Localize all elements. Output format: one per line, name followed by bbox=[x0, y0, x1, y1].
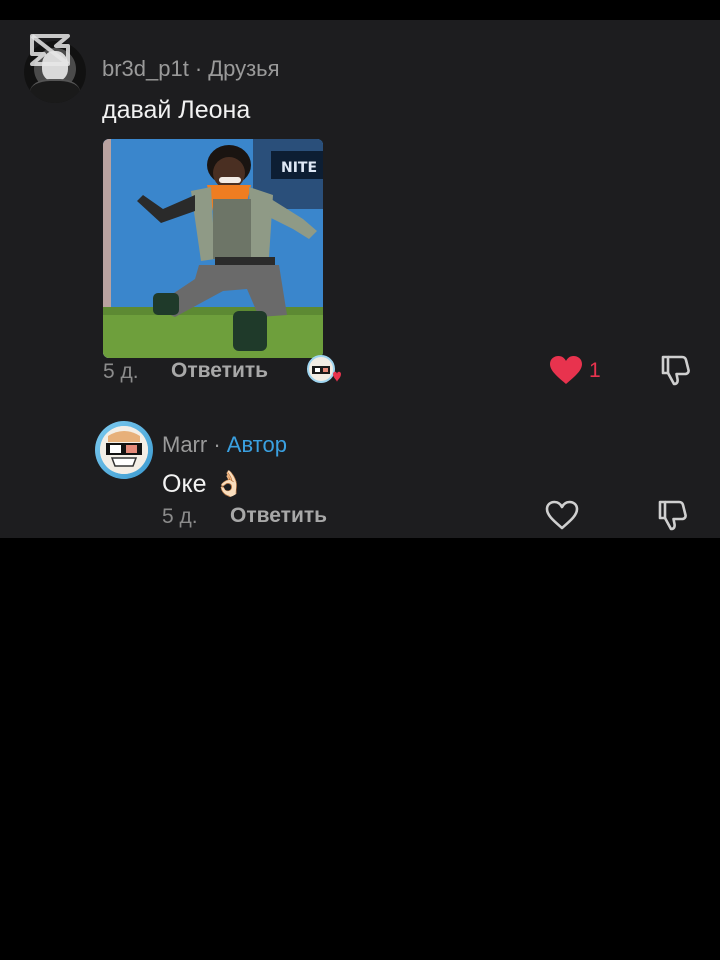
capcut-watermark-icon bbox=[30, 34, 70, 66]
reply-username[interactable]: Marr bbox=[162, 432, 207, 457]
svg-text:NITE: NITE bbox=[281, 160, 317, 176]
reply-reply-button[interactable]: Ответить bbox=[230, 504, 327, 528]
avatar-body bbox=[30, 79, 80, 103]
separator: · bbox=[194, 56, 203, 81]
author-badge: Автор bbox=[226, 432, 287, 457]
reply-time: 5 д. bbox=[162, 505, 198, 528]
comment-header: br3d_p1t · Друзья bbox=[102, 56, 280, 82]
heart-outline-icon[interactable] bbox=[545, 500, 579, 530]
comment-time: 5 д. bbox=[103, 360, 139, 383]
reply-avatar[interactable] bbox=[95, 421, 153, 479]
friends-badge: Друзья bbox=[208, 56, 280, 81]
like-count: 1 bbox=[589, 359, 601, 382]
username[interactable]: br3d_p1t bbox=[102, 56, 189, 81]
creator-liked-avatar-icon bbox=[306, 354, 344, 386]
separator: · bbox=[213, 432, 221, 457]
reply-thumbs-down-icon[interactable] bbox=[655, 498, 689, 532]
reply-text: Оке 👌🏻 bbox=[162, 470, 245, 498]
comment-text: давай Леона bbox=[102, 96, 251, 124]
heart-filled-icon[interactable] bbox=[549, 355, 583, 385]
reply-avatar-image bbox=[100, 426, 148, 474]
comment-gif-image[interactable]: NITE bbox=[103, 139, 323, 358]
thumbs-down-icon[interactable] bbox=[658, 353, 692, 387]
gif-illustration: NITE bbox=[103, 139, 323, 358]
comments-panel: br3d_p1t · Друзья давай Леона NITE 5 д. … bbox=[0, 20, 720, 538]
reply-header: Marr · Автор bbox=[162, 432, 287, 458]
reply-button[interactable]: Ответить bbox=[171, 359, 268, 383]
